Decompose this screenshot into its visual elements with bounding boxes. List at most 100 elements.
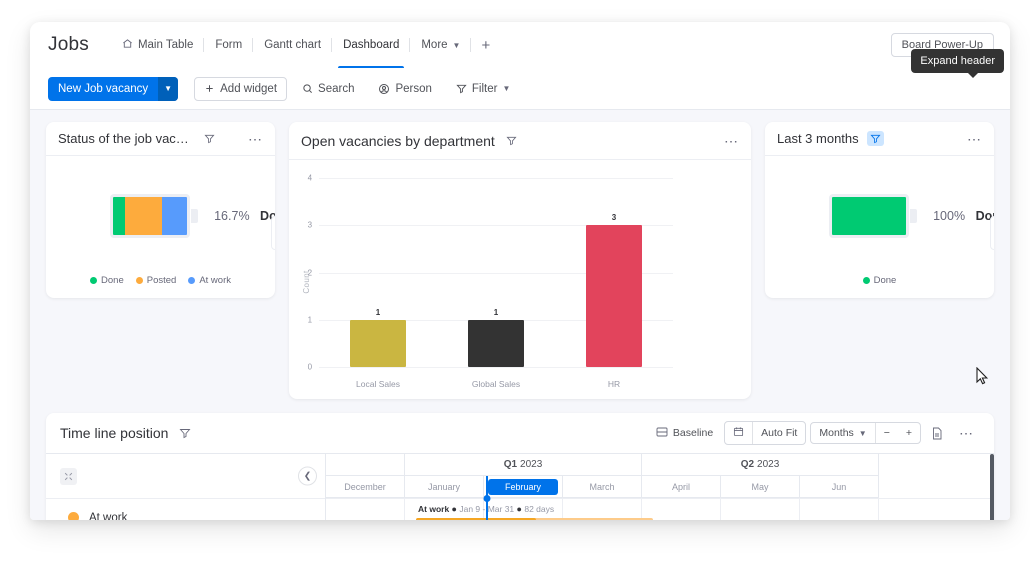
widget-open-vacancies-chart: Open vacancies by department ⋯ Count 012… (289, 122, 751, 399)
timeline-column-cell (563, 499, 642, 520)
battery-legend: Done Posted At work (46, 275, 275, 286)
widget-filter-icon[interactable] (201, 131, 218, 146)
zoom-unit-select[interactable]: Months ▼ (811, 423, 874, 443)
battery-segment-done (113, 197, 125, 235)
timeline-row-label: At work (89, 512, 127, 521)
battery-indicator: 16.7% Done (110, 194, 275, 238)
timeline-progress-bar[interactable] (416, 518, 536, 520)
timeline-month-header[interactable]: Jun (800, 476, 879, 498)
tab-gantt-chart[interactable]: Gantt chart (253, 22, 332, 68)
timeline-month-header[interactable]: January (405, 476, 484, 498)
tab-dashboard[interactable]: Dashboard (332, 22, 410, 68)
battery-segment-at-work (162, 197, 187, 235)
legend-dot (90, 277, 97, 284)
new-job-vacancy-button[interactable]: New Job vacancy ▼ (48, 77, 178, 101)
timeline-month-header[interactable]: April (642, 476, 721, 498)
legend-label: Done (101, 275, 124, 286)
legend-label: At work (199, 275, 231, 286)
timeline-month-header[interactable]: March (563, 476, 642, 498)
person-label: Person (395, 83, 431, 95)
filter-icon (456, 83, 467, 94)
chart-y-tick: 3 (308, 221, 312, 230)
chart-bar[interactable] (586, 225, 642, 367)
zoom-out-button[interactable]: − (876, 423, 898, 443)
widget-title: Open vacancies by department (301, 133, 495, 149)
timeline-view-group: Auto Fit (724, 421, 806, 445)
tab-more[interactable]: More ▼ (410, 22, 471, 68)
widget-filter-icon[interactable] (176, 425, 194, 441)
timeline-task-row: At work ● Jan 9 - Mar 31 ● 82 days (326, 498, 994, 520)
legend-dot (188, 277, 195, 284)
baseline-icon (656, 427, 668, 440)
export-icon[interactable] (925, 423, 949, 444)
legend-dot (863, 277, 870, 284)
widget-filter-icon[interactable] (503, 133, 520, 148)
board-header: Jobs Main Table Form Gantt chart Dashboa… (30, 22, 1010, 68)
widget-last-3-months: Last 3 months ⋯ 100% Done (765, 122, 994, 298)
widget-title: Status of the job vacan… (58, 131, 193, 146)
battery-legend: Done (765, 275, 994, 286)
chart-bar[interactable] (350, 320, 406, 367)
chart-plot-area: 01234113 (319, 178, 673, 367)
board-view-tabs: Main Table Form Gantt chart Dashboard Mo… (111, 22, 500, 68)
status-dot (68, 512, 79, 520)
battery-overflow-panel (271, 216, 275, 250)
timeline-quarter-headers: Q12023Q22023 (326, 454, 994, 476)
battery-overflow-panel (990, 216, 994, 250)
widget-menu-button[interactable]: ⋯ (967, 135, 982, 143)
auto-fit-button[interactable]: Auto Fit (753, 423, 805, 443)
tab-form[interactable]: Form (204, 22, 253, 68)
tab-label: More (421, 39, 447, 51)
baseline-label: Baseline (673, 427, 713, 439)
timeline-column-cell (642, 499, 721, 520)
search-button[interactable]: Search (293, 78, 363, 100)
legend-item: At work (188, 275, 231, 286)
person-icon (378, 83, 390, 95)
timeline-left-header: ❮ (46, 454, 325, 498)
timeline-grid: ❮ At work Q12023Q22023 DecemberJanuaryFe… (46, 453, 994, 520)
timeline-month-header[interactable]: May (721, 476, 800, 498)
chart-x-axis-labels: Local SalesGlobal SalesHR (319, 379, 673, 389)
widget-menu-button[interactable]: ⋯ (724, 137, 739, 145)
widget-menu-button[interactable]: ⋯ (953, 425, 980, 441)
timeline-header: Time line position Baseline (46, 413, 994, 453)
zoom-in-button[interactable]: + (898, 423, 920, 443)
tab-main-table[interactable]: Main Table (111, 22, 204, 68)
widget-header: Status of the job vacan… ⋯ (46, 122, 275, 156)
legend-dot (136, 277, 143, 284)
battery-value: 16.7% Done (214, 209, 275, 223)
timeline-left-pane: ❮ At work (46, 454, 326, 520)
battery-percent: 16.7% (214, 209, 249, 223)
chart-bar-column: 1 (437, 178, 555, 367)
widget-menu-button[interactable]: ⋯ (248, 135, 263, 143)
quarter-year: 2023 (520, 459, 542, 470)
timeline-vertical-scrollbar[interactable] (990, 454, 994, 520)
chevron-down-icon: ▼ (502, 84, 510, 93)
chart-bar[interactable] (468, 320, 524, 367)
chart-bar-value: 1 (494, 308, 498, 317)
widget-filter-icon[interactable] (867, 131, 884, 146)
chevron-down-icon[interactable]: ▼ (158, 77, 178, 101)
add-widget-button[interactable]: Add widget (194, 77, 287, 101)
collapse-pane-button[interactable]: ❮ (298, 467, 317, 486)
battery-percent: 100% (933, 209, 965, 223)
calendar-icon (733, 426, 744, 440)
plus-icon (204, 83, 215, 94)
timeline-row-at-work[interactable]: At work (46, 498, 325, 520)
timeline-current-month-pill[interactable]: February (488, 479, 558, 495)
board-window: Jobs Main Table Form Gantt chart Dashboa… (30, 22, 1010, 520)
filter-button[interactable]: Filter ▼ (447, 78, 519, 100)
chart-y-tick: 1 (308, 315, 312, 324)
widget-status-battery: Status of the job vacan… ⋯ (46, 122, 275, 298)
baseline-button[interactable]: Baseline (649, 423, 720, 444)
timeline-month-header[interactable]: December (326, 476, 405, 498)
calendar-button[interactable] (725, 422, 752, 444)
add-tab-button[interactable]: + (471, 37, 500, 54)
today-marker-knob[interactable] (484, 495, 491, 502)
bullet-icon: ● (452, 504, 457, 514)
chart-y-tick: 0 (308, 363, 312, 372)
timeline-month-header[interactable]: February (484, 476, 563, 498)
add-widget-label: Add widget (220, 83, 277, 95)
collapse-all-icon[interactable] (60, 468, 77, 485)
person-button[interactable]: Person (369, 78, 440, 100)
